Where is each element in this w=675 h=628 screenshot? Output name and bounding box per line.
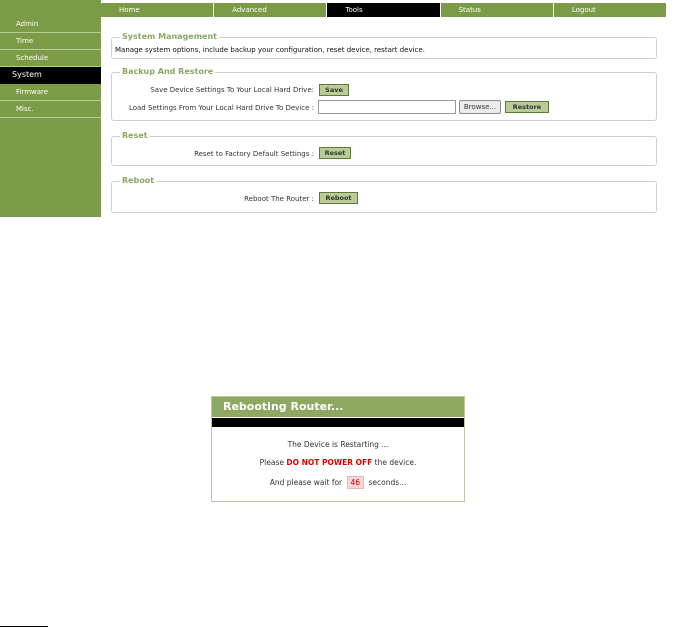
browse-button[interactable]: Browse...: [459, 100, 501, 114]
countdown-badge: 46: [346, 476, 365, 489]
load-settings-label: Load Settings From Your Local Hard Drive…: [128, 104, 314, 112]
backup-restore-panel: Backup And Restore Save Device Settings …: [111, 67, 657, 121]
sidebar-item-system[interactable]: System: [0, 67, 101, 84]
reboot-label: Reboot The Router :: [244, 195, 314, 203]
save-button[interactable]: Save: [319, 84, 349, 96]
system-management-panel: System Management Manage system options,…: [111, 32, 657, 59]
tab-advanced[interactable]: Advanced: [214, 3, 328, 17]
sidebar-item-misc[interactable]: Misc.: [0, 101, 101, 118]
save-settings-label: Save Device Settings To Your Local Hard …: [150, 86, 314, 94]
reboot-title: Reboot: [120, 176, 157, 186]
sidebar-item-admin[interactable]: Admin: [0, 16, 101, 33]
top-nav: Home Advanced Tools Status Logout: [101, 3, 666, 17]
reset-label: Reset to Factory Default Settings :: [194, 150, 314, 158]
sidebar-item-schedule[interactable]: Schedule: [0, 50, 101, 67]
sidebar: Admin Time Schedule System Firmware Misc…: [0, 0, 101, 217]
reset-panel: Reset Reset to Factory Default Settings …: [111, 131, 657, 166]
reset-button[interactable]: Reset: [319, 147, 351, 159]
restarting-message: The Device is Restarting ...: [287, 440, 389, 449]
sidebar-item-time[interactable]: Time: [0, 33, 101, 50]
tab-home[interactable]: Home: [101, 3, 215, 17]
footer-rule: [0, 626, 48, 627]
tab-status[interactable]: Status: [441, 3, 554, 17]
sidebar-item-firmware[interactable]: Firmware: [0, 84, 101, 101]
power-warning-message: Please DO NOT POWER OFF the device.: [212, 458, 464, 467]
power-warning-prefix: Please: [259, 458, 287, 467]
power-warning-suffix: the device.: [372, 458, 417, 467]
settings-file-input[interactable]: [318, 100, 456, 114]
backup-restore-title: Backup And Restore: [120, 67, 216, 77]
system-management-description: Manage system options, include backup yo…: [115, 46, 425, 54]
reboot-panel: Reboot Reboot The Router : Reboot: [111, 176, 657, 213]
power-warning-text: DO NOT POWER OFF: [286, 458, 373, 467]
wait-prefix: And please wait for: [269, 478, 345, 487]
dialog-title: Rebooting Router...: [212, 397, 464, 417]
restore-button[interactable]: Restore: [505, 101, 549, 113]
system-management-title: System Management: [120, 32, 219, 42]
reset-title: Reset: [120, 131, 150, 141]
reboot-button[interactable]: Reboot: [319, 192, 358, 204]
dialog-divider: [212, 418, 464, 427]
wait-suffix: seconds...: [366, 478, 407, 487]
rebooting-dialog: Rebooting Router... The Device is Restar…: [211, 396, 465, 502]
wait-message: And please wait for 46 seconds...: [212, 476, 464, 489]
tab-tools[interactable]: Tools: [327, 3, 441, 17]
tab-logout[interactable]: Logout: [554, 3, 666, 17]
